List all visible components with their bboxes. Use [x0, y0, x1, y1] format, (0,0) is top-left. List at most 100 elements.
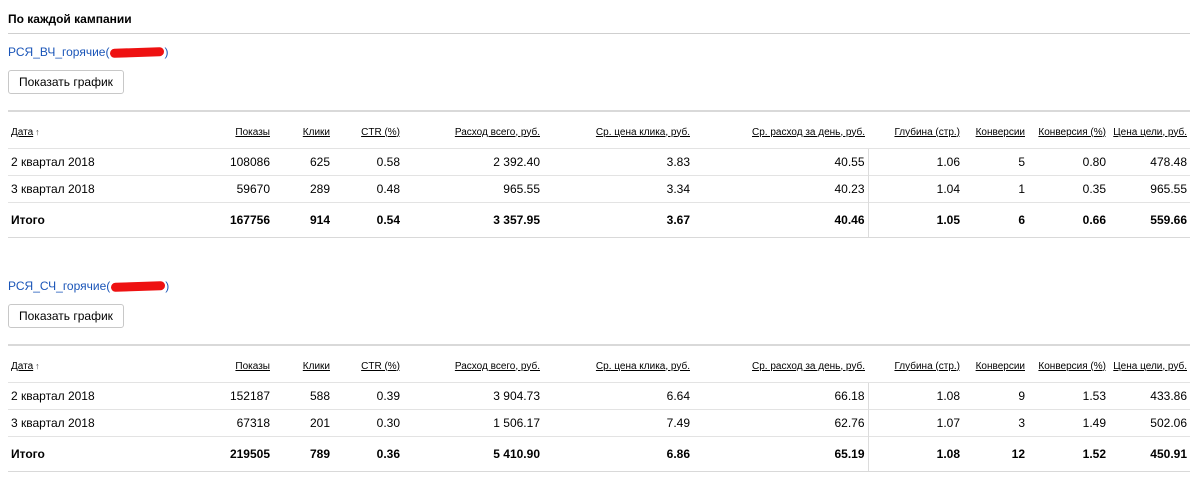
cell-date: 3 квартал 2018	[8, 409, 208, 437]
col-header-conversions[interactable]: Конверсии	[963, 346, 1028, 383]
section-title: По каждой кампании	[8, 12, 132, 26]
cell-cpc: 6.64	[543, 382, 693, 410]
col-header-clicks[interactable]: Клики	[273, 112, 333, 149]
cell-ctr: 0.54	[333, 202, 403, 238]
paren-close: )	[165, 279, 170, 293]
cell-impressions: 167756	[208, 202, 273, 238]
col-header-ctr[interactable]: CTR (%)	[333, 346, 403, 383]
campaign-link[interactable]: РСЯ_СЧ_горячие	[8, 279, 106, 293]
cell-impressions: 59670	[208, 175, 273, 203]
cell-spend: 5 410.90	[403, 436, 543, 472]
stats-table: Дата ↑ Показы Клики CTR (%) Расход всего,…	[8, 112, 1190, 238]
cell-depth: 1.08	[867, 436, 963, 472]
cell-goal-cost: 450.91	[1109, 436, 1190, 472]
table-total-row: Итого 167756 914 0.54 3 357.95 3.67 40.4…	[8, 202, 1190, 238]
section-divider	[8, 33, 1190, 34]
redaction-mark	[111, 281, 166, 293]
cell-cpc: 6.86	[543, 436, 693, 472]
cell-clicks: 289	[273, 175, 333, 203]
cell-total-label: Итого	[8, 436, 208, 472]
cell-spend: 3 357.95	[403, 202, 543, 238]
cell-depth: 1.08	[867, 382, 963, 410]
col-header-goal-cost[interactable]: Цена цели, руб.	[1109, 112, 1190, 149]
cell-cpc: 7.49	[543, 409, 693, 437]
col-header-spend[interactable]: Расход всего, руб.	[403, 346, 543, 383]
table-row: 3 квартал 2018 67318 201 0.30 1 506.17 7…	[8, 409, 1190, 437]
col-header-daily-spend[interactable]: Ср. расход за день, руб.	[693, 112, 868, 149]
cell-cpc: 3.83	[543, 148, 693, 176]
cell-daily-spend: 40.46	[693, 202, 868, 238]
table-header-row: Дата ↑ Показы Клики CTR (%) Расход всего,…	[8, 346, 1190, 383]
cell-conversions: 9	[963, 382, 1028, 410]
col-header-impressions[interactable]: Показы	[208, 112, 273, 149]
sort-arrow-icon: ↑	[35, 360, 40, 371]
col-header-goal-cost[interactable]: Цена цели, руб.	[1109, 346, 1190, 383]
cell-spend: 3 904.73	[403, 382, 543, 410]
col-header-depth[interactable]: Глубина (стр.)	[868, 346, 963, 383]
col-header-cpc[interactable]: Ср. цена клика, руб.	[543, 346, 693, 383]
col-header-conversion-rate[interactable]: Конверсия (%)	[1028, 346, 1109, 383]
table-row: 2 квартал 2018 152187 588 0.39 3 904.73 …	[8, 382, 1190, 410]
col-header-cpc[interactable]: Ср. цена клика, руб.	[543, 112, 693, 149]
cell-ctr: 0.48	[333, 175, 403, 203]
campaign-link[interactable]: РСЯ_ВЧ_горячие	[8, 45, 105, 59]
cell-clicks: 789	[273, 436, 333, 472]
cell-conversion-rate: 1.52	[1028, 436, 1109, 472]
paren-open: (	[105, 45, 110, 59]
col-header-date[interactable]: Дата ↑	[8, 112, 208, 149]
paren-open: (	[106, 279, 111, 293]
cell-conversions: 5	[963, 148, 1028, 176]
col-header-depth[interactable]: Глубина (стр.)	[868, 112, 963, 149]
cell-conversion-rate: 1.53	[1028, 382, 1109, 410]
cell-spend: 965.55	[403, 175, 543, 203]
col-header-ctr[interactable]: CTR (%)	[333, 112, 403, 149]
cell-clicks: 914	[273, 202, 333, 238]
cell-daily-spend: 40.23	[693, 175, 868, 203]
cell-clicks: 625	[273, 148, 333, 176]
cell-conversion-rate: 0.66	[1028, 202, 1109, 238]
cell-cpc: 3.34	[543, 175, 693, 203]
cell-depth: 1.06	[867, 148, 963, 176]
table-row: 2 квартал 2018 108086 625 0.58 2 392.40 …	[8, 148, 1190, 176]
table-row: 3 квартал 2018 59670 289 0.48 965.55 3.3…	[8, 175, 1190, 203]
cell-goal-cost: 478.48	[1109, 148, 1190, 176]
cell-conversions: 1	[963, 175, 1028, 203]
cell-impressions: 152187	[208, 382, 273, 410]
cell-date: 3 квартал 2018	[8, 175, 208, 203]
cell-impressions: 108086	[208, 148, 273, 176]
cell-depth: 1.05	[867, 202, 963, 238]
cell-impressions: 219505	[208, 436, 273, 472]
cell-ctr: 0.30	[333, 409, 403, 437]
cell-conversions: 12	[963, 436, 1028, 472]
col-header-spend[interactable]: Расход всего, руб.	[403, 112, 543, 149]
cell-conversions: 3	[963, 409, 1028, 437]
col-header-date[interactable]: Дата ↑	[8, 346, 208, 383]
show-chart-button[interactable]: Показать график	[8, 304, 124, 328]
show-chart-button[interactable]: Показать график	[8, 70, 124, 94]
table-header-row: Дата ↑ Показы Клики CTR (%) Расход всего,…	[8, 112, 1190, 149]
campaign-header: РСЯ_ВЧ_горячие()	[8, 45, 168, 59]
cell-clicks: 588	[273, 382, 333, 410]
cell-daily-spend: 66.18	[693, 382, 868, 410]
cell-conversion-rate: 1.49	[1028, 409, 1109, 437]
cell-date: 2 квартал 2018	[8, 382, 208, 410]
cell-spend: 1 506.17	[403, 409, 543, 437]
col-header-clicks[interactable]: Клики	[273, 346, 333, 383]
col-header-conversions[interactable]: Конверсии	[963, 112, 1028, 149]
cell-conversion-rate: 0.80	[1028, 148, 1109, 176]
paren-close: )	[164, 45, 169, 59]
cell-daily-spend: 65.19	[693, 436, 868, 472]
sort-arrow-icon: ↑	[35, 126, 40, 137]
col-header-conversion-rate[interactable]: Конверсия (%)	[1028, 112, 1109, 149]
cell-daily-spend: 62.76	[693, 409, 868, 437]
col-header-impressions[interactable]: Показы	[208, 346, 273, 383]
cell-ctr: 0.58	[333, 148, 403, 176]
col-header-daily-spend[interactable]: Ср. расход за день, руб.	[693, 346, 868, 383]
cell-cpc: 3.67	[543, 202, 693, 238]
cell-goal-cost: 965.55	[1109, 175, 1190, 203]
cell-daily-spend: 40.55	[693, 148, 868, 176]
cell-goal-cost: 559.66	[1109, 202, 1190, 238]
cell-conversion-rate: 0.35	[1028, 175, 1109, 203]
cell-impressions: 67318	[208, 409, 273, 437]
cell-total-label: Итого	[8, 202, 208, 238]
